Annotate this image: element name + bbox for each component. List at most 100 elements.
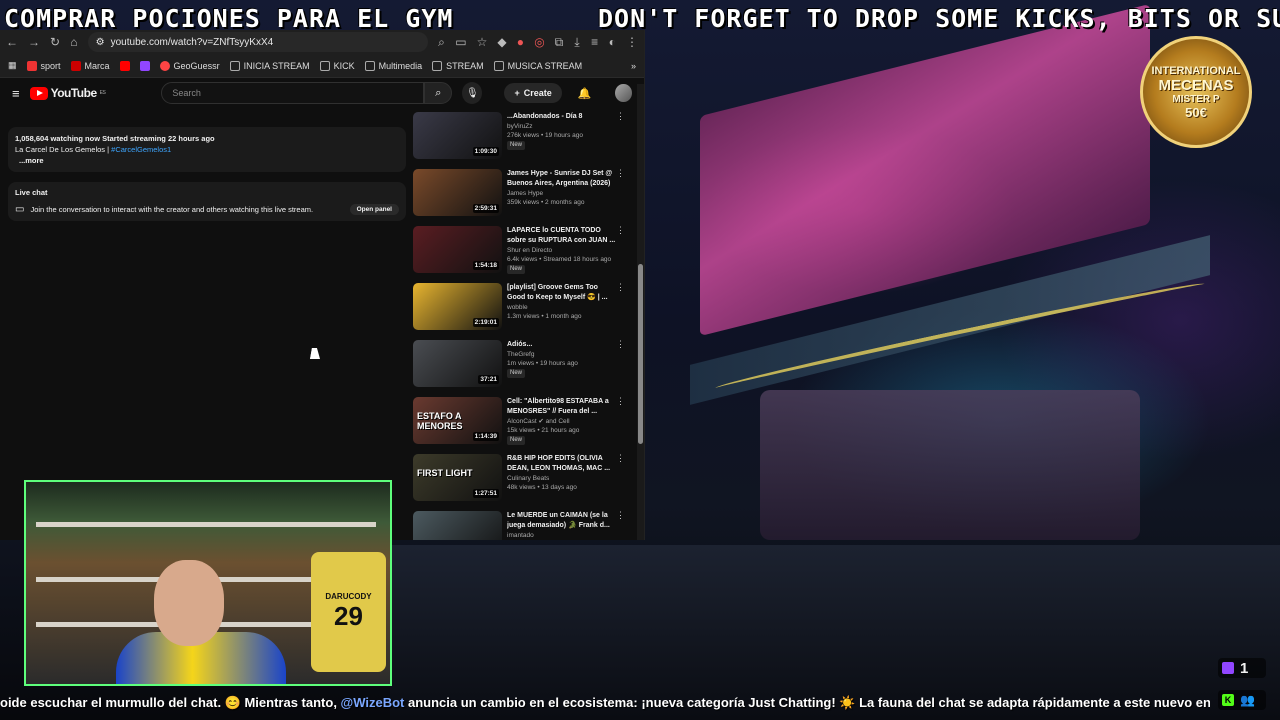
video-channel[interactable]: imantado — [507, 531, 617, 540]
more-options-icon[interactable]: ⋮ — [616, 169, 625, 178]
scrollbar-thumb[interactable] — [638, 264, 643, 444]
video-thumbnail[interactable]: 1:06:05 — [413, 511, 502, 540]
more-link[interactable]: ...more — [15, 155, 399, 166]
search-button[interactable]: ⌕ — [424, 82, 453, 104]
more-options-icon[interactable]: ⋮ — [616, 454, 625, 463]
video-title[interactable]: James Hype - Sunrise DJ Set @ Buenos Air… — [507, 169, 617, 189]
puzzle-icon[interactable]: ⧉ — [555, 35, 564, 50]
stream-stats-text: 1,058,604 watching now Started streaming… — [15, 134, 215, 143]
bookmark-label: MUSICA STREAM — [507, 60, 583, 71]
cast-icon[interactable]: ▭ — [455, 35, 466, 49]
hashtag-link[interactable]: #CarcelGemelos1 — [111, 145, 171, 154]
video-card[interactable]: FIRST LIGHT 1:27:51 R&B HIP HOP EDITS (OLI… — [413, 454, 635, 510]
video-title[interactable]: LAPARCE lo CUENTA TODO sobre su RUPTURA … — [507, 226, 617, 246]
bookmark-3[interactable] — [139, 60, 150, 71]
home-icon[interactable]: ⌂ — [70, 35, 78, 49]
video-card[interactable]: 2:19:01 [playlist] Groove Gems Too Good t… — [413, 283, 635, 339]
video-title[interactable]: Cell: "Albertito98 ESTAFABA a MENOSRES" … — [507, 397, 617, 417]
video-thumbnail[interactable]: 2:59:31 — [413, 169, 502, 216]
bookmark-7[interactable]: Multimedia — [364, 60, 422, 71]
video-card[interactable]: 1:06:05Le MUERDE un CAIMÁN (se la juega … — [413, 511, 635, 540]
youtube-logo-text: YouTube — [50, 86, 98, 100]
video-meta: R&B HIP HOP EDITS (OLIVIA DEAN, LEON THO… — [507, 454, 625, 510]
video-title[interactable]: Adiós... — [507, 340, 617, 350]
bookmark-5[interactable]: INICIA STREAM — [229, 60, 310, 71]
playlist-icon[interactable]: ≡ — [591, 35, 599, 49]
more-options-icon[interactable]: ⋮ — [616, 112, 625, 121]
menu-icon[interactable]: ⋮ — [626, 35, 638, 49]
youtube-logo[interactable]: YouTube ES — [29, 86, 106, 100]
bookmark-4[interactable]: GeoGuessr — [159, 60, 220, 71]
create-button[interactable]: + Create — [504, 83, 562, 103]
video-card[interactable]: 37:21 Adiós... TheGrefg 1m views • 19 hours… — [413, 340, 635, 396]
video-thumbnail[interactable]: 2:19:01 — [413, 283, 502, 330]
shelf — [36, 522, 376, 527]
search-input[interactable]: Search — [161, 82, 425, 104]
jersey-name: DARUCODY — [325, 592, 372, 601]
bookmark-9[interactable]: MUSICA STREAM — [493, 60, 583, 71]
download-icon[interactable]: ⤓ — [573, 35, 581, 50]
more-options-icon[interactable]: ⋮ — [616, 511, 625, 520]
page-scrollbar[interactable] — [637, 84, 644, 540]
video-channel[interactable]: Culinary Beats — [507, 474, 617, 483]
mouse-cursor-icon — [310, 348, 322, 359]
video-thumbnail[interactable]: 1:54:18 — [413, 226, 502, 273]
zoom-icon[interactable]: ⌕ — [438, 35, 446, 50]
video-title[interactable]: ...Abandonados - Día 8 — [507, 112, 617, 122]
voice-search-button[interactable]: 🎙 — [462, 82, 483, 104]
bookmark-2[interactable] — [119, 60, 130, 71]
jersey: DARUCODY 29 — [311, 552, 386, 672]
video-card[interactable]: 2:59:31 James Hype - Sunrise DJ Set @ Bue… — [413, 169, 635, 225]
badge-line1: INTERNATIONAL — [1151, 64, 1241, 77]
more-bookmarks-icon[interactable]: » — [631, 61, 636, 71]
video-card[interactable]: ESTAFO A MENORES 1:14:39 Cell: "Albertito9… — [413, 397, 635, 453]
open-panel-button[interactable]: Open panel — [349, 204, 399, 215]
bookmark-8[interactable]: STREAM — [432, 60, 484, 71]
more-options-icon[interactable]: ⋮ — [616, 226, 625, 235]
video-card[interactable]: 1:54:18 LAPARCE lo CUENTA TODO sobre su R… — [413, 226, 635, 282]
video-thumbnail[interactable]: ESTAFO A MENORES 1:14:39 — [413, 397, 502, 444]
video-card[interactable]: 1:09:30 ...Abandonados - Día 8 byViruZz 276… — [413, 112, 635, 168]
extension2-icon[interactable]: ● — [517, 35, 525, 49]
video-channel[interactable]: byViruZz — [507, 122, 617, 131]
hamburger-icon[interactable]: ≡ — [12, 86, 20, 101]
apps-icon[interactable]: ▦ — [8, 60, 17, 71]
description-box[interactable]: 1,058,604 watching now Started streaming… — [8, 127, 406, 172]
bookmark-label: KICK — [333, 60, 355, 71]
video-thumbnail[interactable]: 1:09:30 — [413, 112, 502, 159]
bookmark-0[interactable]: sport — [26, 60, 61, 71]
bookmark-1[interactable]: Marca — [70, 60, 110, 71]
bookmark-6[interactable]: KICK — [319, 60, 355, 71]
video-channel[interactable]: AlconCast ✔ and Cell — [507, 417, 617, 426]
back-icon[interactable]: ← — [6, 35, 18, 49]
video-title[interactable]: [playlist] Groove Gems Too Good to Keep … — [507, 283, 617, 303]
site-settings-icon[interactable]: ⚙ — [96, 37, 105, 48]
video-title[interactable]: R&B HIP HOP EDITS (OLIVIA DEAN, LEON THO… — [507, 454, 617, 474]
pin-icon — [159, 60, 170, 71]
extension-icon[interactable]: ◆ — [497, 35, 506, 49]
star-icon[interactable]: ☆ — [477, 35, 488, 49]
more-options-icon[interactable]: ⋮ — [616, 397, 625, 406]
address-bar-row: ← → ↻ ⌂ ⚙ youtube.com/watch?v=ZNfTsyyKxX… — [0, 30, 644, 54]
url-field[interactable]: ⚙ youtube.com/watch?v=ZNfTsyyKxX4 — [87, 32, 428, 52]
avatar[interactable] — [615, 84, 632, 102]
bookmark-label: GeoGuessr — [173, 60, 220, 71]
video-thumbnail[interactable]: 37:21 — [413, 340, 502, 387]
forward-icon[interactable]: → — [28, 35, 40, 49]
folder-icon — [364, 60, 375, 71]
more-options-icon[interactable]: ⋮ — [616, 340, 625, 349]
video-duration: 1:54:18 — [472, 261, 499, 270]
reload-icon[interactable]: ↻ — [50, 35, 60, 49]
video-title[interactable]: Le MUERDE un CAIMÁN (se la juega demasia… — [507, 511, 617, 531]
video-channel[interactable]: TheGrefg — [507, 350, 617, 359]
right-banner: DON'T FORGET TO DROP SOME KICKS, BITS OR… — [598, 4, 1280, 33]
video-thumbnail[interactable]: FIRST LIGHT 1:27:51 — [413, 454, 502, 501]
video-channel[interactable]: James Hype — [507, 189, 617, 198]
video-channel[interactable]: Shur en Directo — [507, 246, 617, 255]
more-options-icon[interactable]: ⋮ — [616, 283, 625, 292]
profile-icon[interactable]: ◐ — [608, 35, 616, 49]
extension3-icon[interactable]: ◎ — [534, 35, 544, 49]
related-videos-list: 1:09:30 ...Abandonados - Día 8 byViruZz 276… — [413, 112, 635, 540]
notifications-icon[interactable]: 🔔 — [578, 87, 592, 100]
video-channel[interactable]: wobble — [507, 303, 617, 312]
